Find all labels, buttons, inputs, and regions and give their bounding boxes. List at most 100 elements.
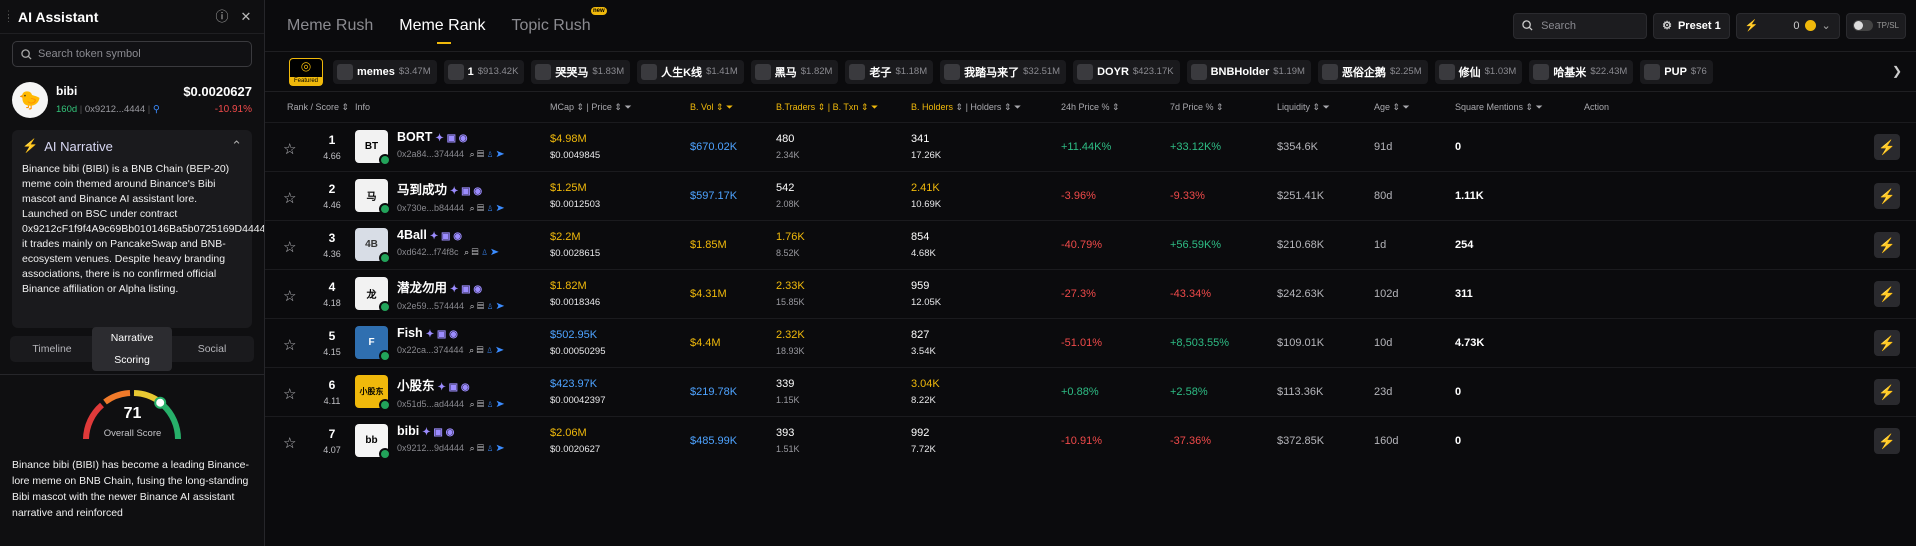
token-info[interactable]: bb bibi ✦ ▣ ◉ 0x9212...9d4444 ⌕ ▤ ♙ ➤ (355, 424, 505, 460)
table-row[interactable]: ☆ 4 4.18 龙潜龙勿用 ✦ ▣ ◉ 0x2e59...574444 ⌕ ▤ ♙ ➤ $… (265, 269, 1916, 318)
ticker-item[interactable]: 我踏马来了 $32.51M (940, 59, 1067, 84)
search-icon[interactable]: ⌕ (470, 399, 475, 409)
user-icon[interactable]: ♙ (487, 301, 494, 311)
quick-buy-button[interactable]: ⚡ (1874, 134, 1900, 160)
info-icon[interactable]: ⓘ (214, 9, 230, 25)
tab-meme-rush[interactable]: Meme Rush (287, 17, 373, 35)
narrative-header[interactable]: ⚡ AI Narrative ⌃ (22, 138, 242, 154)
header-7d[interactable]: 7d Price % ⇕ (1170, 102, 1224, 113)
copy-icon[interactable]: ▤ (472, 247, 479, 257)
token-search[interactable] (12, 41, 252, 67)
token-info[interactable]: F Fish ✦ ▣ ◉ 0x22ca...374444 ⌕ ▤ ♙ ➤ (355, 326, 504, 362)
ticker-item[interactable]: 哈基米 $22.43M (1529, 59, 1634, 84)
token-address[interactable]: 0xd642...f74f8c (397, 247, 459, 257)
header-btraders[interactable]: B.Traders ⇕ | B. Txn ⇕ ⏷ (776, 102, 878, 113)
ticker-item[interactable]: 恶俗企鹅 $2.25M (1317, 59, 1428, 84)
telegram-icon[interactable]: ➤ (496, 399, 504, 409)
chevron-up-icon[interactable]: ⌃ (231, 138, 242, 154)
user-icon[interactable]: ♙ (487, 443, 494, 453)
star-icon[interactable]: ☆ (283, 336, 296, 354)
header-age[interactable]: Age ⇕ ⏷ (1374, 102, 1410, 113)
copy-icon[interactable]: ▤ (477, 149, 484, 159)
ticker-item[interactable]: 修仙 $1.03M (1434, 59, 1523, 84)
search-icon[interactable]: ⌕ (470, 149, 475, 159)
token-info[interactable]: 龙 潜龙勿用 ✦ ▣ ◉ 0x2e59...574444 ⌕ ▤ ♙ ➤ (355, 277, 505, 313)
token-info[interactable]: 马 马到成功 ✦ ▣ ◉ 0x730e...b84444 ⌕ ▤ ♙ ➤ (355, 179, 505, 215)
copy-icon[interactable]: ▤ (477, 345, 484, 355)
copy-icon[interactable]: ▤ (477, 203, 484, 213)
close-icon[interactable]: ✕ (238, 9, 254, 25)
header-liquidity[interactable]: Liquidity ⇕ ⏷ (1277, 102, 1330, 113)
star-icon[interactable]: ☆ (283, 434, 296, 452)
ticker-item[interactable]: DOYR $423.17K (1073, 59, 1180, 84)
chevron-down-icon[interactable]: ⌄ (1822, 19, 1831, 32)
token-address[interactable]: 0x730e...b84444 (397, 203, 464, 213)
token-info[interactable]: 4B 4Ball ✦ ▣ ◉ 0xd642...f74f8c ⌕ ▤ ♙ ➤ (355, 228, 499, 264)
search-box[interactable]: Search (1513, 12, 1648, 39)
search-icon[interactable]: ⌕ (470, 301, 475, 311)
quick-buy-button[interactable]: ⚡ (1874, 281, 1900, 307)
quick-buy-amount[interactable]: ⚡ 0 ⌄ (1735, 12, 1840, 39)
copy-icon[interactable]: ▤ (477, 443, 484, 453)
ticker-item[interactable]: 哭哭马 $1.83M (531, 59, 631, 84)
copy-icon[interactable]: ▤ (477, 301, 484, 311)
table-row[interactable]: ☆ 7 4.07 bb bibi ✦ ▣ ◉ 0x9212...9d4444 ⌕ ▤ ♙ ➤… (265, 416, 1916, 465)
table-row[interactable]: ☆ 5 4.15 F Fish ✦ ▣ ◉ 0x22ca...374444 ⌕ ▤ ♙ ➤ $… (265, 318, 1916, 367)
header-rank[interactable]: Rank / Score ⇕ (287, 102, 349, 113)
table-row[interactable]: ☆ 3 4.36 4B 4Ball ✦ ▣ ◉ 0xd642...f74f8c ⌕ ▤ ♙ … (265, 220, 1916, 269)
token-address[interactable]: 0x2e59...574444 (397, 301, 464, 311)
search-icon[interactable]: ⌕ (469, 345, 474, 355)
telegram-icon[interactable]: ➤ (496, 443, 504, 453)
chevron-right-icon[interactable]: ❯ (1892, 64, 1902, 78)
ticker-item[interactable]: memes $3.47M (333, 59, 437, 84)
user-icon[interactable]: ♙ (481, 247, 488, 257)
quick-buy-button[interactable]: ⚡ (1874, 183, 1900, 209)
tab-timeline[interactable]: Timeline (12, 338, 92, 360)
tab-narrative-scoring[interactable]: Narrative Scoring (92, 327, 172, 371)
token-info[interactable]: BT BORT ✦ ▣ ◉ 0x2a84...374444 ⌕ ▤ ♙ ➤ (355, 130, 505, 166)
token-address[interactable]: 0x9212...4444 (85, 104, 145, 115)
toggle-switch[interactable] (1852, 20, 1873, 31)
user-icon[interactable]: ♙ (486, 345, 493, 355)
quick-buy-button[interactable]: ⚡ (1874, 232, 1900, 258)
tpsl-toggle[interactable]: TP/SL (1845, 12, 1906, 39)
star-icon[interactable]: ☆ (283, 140, 296, 158)
table-row[interactable]: ☆ 1 4.66 BT BORT ✦ ▣ ◉ 0x2a84...374444 ⌕ ▤ ♙ ➤… (265, 122, 1916, 171)
user-icon[interactable]: ♙ (487, 203, 494, 213)
holders-icon[interactable]: ⚲ (153, 104, 160, 115)
ticker-item[interactable]: 黑马 $1.82M (750, 59, 839, 84)
search-icon[interactable]: ⌕ (464, 247, 469, 257)
copy-icon[interactable]: ▤ (477, 399, 484, 409)
resize-handle[interactable]: ⋮ ⋮ (4, 10, 13, 23)
token-address[interactable]: 0x22ca...374444 (397, 345, 464, 355)
header-mcap[interactable]: MCap ⇕ | Price ⇕ ⏷ (550, 102, 632, 113)
tab-meme-rank[interactable]: Meme Rank (399, 17, 486, 44)
search-icon[interactable]: ⌕ (470, 203, 475, 213)
star-icon[interactable]: ☆ (283, 287, 296, 305)
star-icon[interactable]: ☆ (283, 189, 296, 207)
quick-buy-button[interactable]: ⚡ (1874, 330, 1900, 356)
ticker-item[interactable]: PUP $76 (1640, 59, 1713, 84)
ticker-item[interactable]: 人生K线 $1.41M (637, 59, 744, 84)
token-address[interactable]: 0x51d5...ad4444 (397, 399, 464, 409)
quick-buy-button[interactable]: ⚡ (1874, 379, 1900, 405)
token-address[interactable]: 0x9212...9d4444 (397, 443, 464, 453)
header-24h[interactable]: 24h Price % ⇕ (1061, 102, 1120, 113)
user-icon[interactable]: ♙ (487, 149, 494, 159)
ticker-item[interactable]: 老子 $1.18M (845, 59, 934, 84)
table-row[interactable]: ☆ 6 4.11 小股东 小股东 ✦ ▣ ◉ 0x51d5...ad4444 ⌕ ▤ ♙ ➤… (265, 367, 1916, 416)
tab-social[interactable]: Social (172, 338, 252, 360)
header-bvol[interactable]: B. Vol ⇕ ⏷ (690, 102, 733, 113)
token-search-input[interactable] (38, 48, 238, 60)
header-mentions[interactable]: Square Mentions ⇕ ⏷ (1455, 102, 1543, 113)
ticker-item[interactable]: 1 $913.42K (443, 59, 525, 84)
user-icon[interactable]: ♙ (487, 399, 494, 409)
preset-button[interactable]: ⚙ Preset 1 (1653, 12, 1730, 39)
star-icon[interactable]: ☆ (283, 238, 296, 256)
header-bholders[interactable]: B. Holders ⇕ | Holders ⇕ ⏷ (911, 102, 1021, 113)
telegram-icon[interactable]: ➤ (496, 301, 504, 311)
quick-buy-button[interactable]: ⚡ (1874, 428, 1900, 454)
star-icon[interactable]: ☆ (283, 385, 296, 403)
telegram-icon[interactable]: ➤ (496, 203, 504, 213)
telegram-icon[interactable]: ➤ (496, 345, 504, 355)
